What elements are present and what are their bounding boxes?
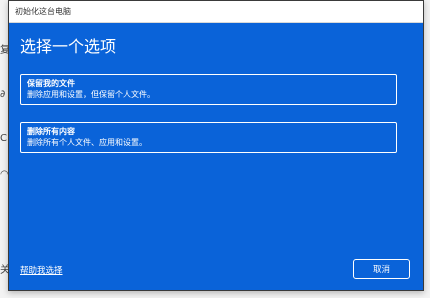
help-me-choose-link[interactable]: 帮助我选择: [20, 264, 63, 276]
reset-pc-dialog: 初始化这台电脑 选择一个选项 保留我的文件 删除应用和设置，但保留个人文件。 删…: [8, 0, 424, 291]
window-title: 初始化这台电脑: [15, 7, 71, 16]
keep-my-files-option[interactable]: 保留我的文件 删除应用和设置，但保留个人文件。: [20, 74, 397, 105]
background-glyph: C: [0, 133, 7, 144]
option-description: 删除所有个人文件、应用和设置。: [27, 138, 147, 147]
dialog-heading: 选择一个选项: [20, 37, 117, 56]
cancel-button[interactable]: 取消: [353, 259, 410, 279]
remove-everything-option[interactable]: 删除所有内容 删除所有个人文件、应用和设置。: [20, 122, 397, 153]
option-description: 删除应用和设置，但保留个人文件。: [27, 90, 155, 99]
screen: 复 ∂ C ◠ 关 初始化这台电脑 选择一个选项 保留我的文件 删除应用和设置，…: [0, 0, 430, 298]
option-title: 删除所有内容: [27, 127, 75, 136]
background-glyph: ∂: [0, 89, 6, 100]
option-title: 保留我的文件: [27, 79, 75, 88]
dialog-titlebar: 初始化这台电脑: [9, 1, 423, 23]
